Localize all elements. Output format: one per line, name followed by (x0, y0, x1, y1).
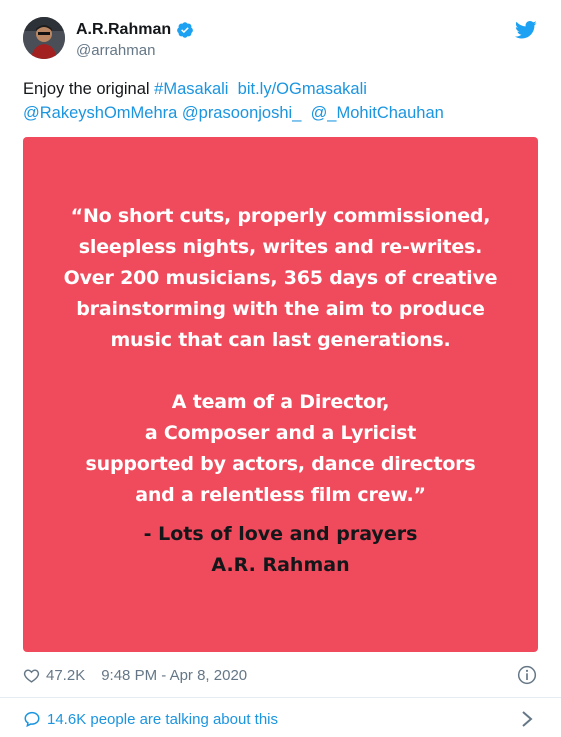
heart-icon[interactable] (23, 667, 40, 684)
mention-link[interactable]: @_MohitChauhan (311, 104, 444, 122)
author-name-row: A.R.Rahman (76, 19, 194, 41)
info-icon[interactable] (517, 665, 537, 685)
hashtag-link[interactable]: #Masakali (154, 80, 228, 98)
quote-line: music that can last generations. (110, 329, 451, 351)
tweet-meta: 47.2K 9:48 PM - Apr 8, 2020 (23, 664, 247, 686)
tweet-text-prefix: Enjoy the original (23, 80, 155, 98)
quote-line: A team of a Director, (171, 391, 390, 413)
like-count[interactable]: 47.2K (46, 667, 85, 684)
timestamp[interactable]: 9:48 PM - Apr 8, 2020 (101, 667, 247, 684)
quote-line: Over 200 musicians, 365 days of creative (63, 267, 498, 289)
author-name[interactable]: A.R.Rahman (76, 21, 171, 39)
divider (0, 697, 561, 698)
quote-line: “No short cuts, properly commissioned, (70, 205, 491, 227)
url-link[interactable]: bit.ly/OGmasakali (238, 80, 367, 98)
verified-badge-icon (177, 22, 193, 38)
twitter-bird-icon[interactable] (515, 20, 537, 40)
conversation-text: 14.6K people are talking about this (47, 710, 278, 728)
image-signature: - Lots of love and prayers A.R. Rahman (23, 519, 538, 581)
mention-link[interactable]: @RakeyshOmMehra (23, 104, 177, 122)
chevron-right-icon[interactable] (521, 710, 533, 728)
signature-line: A.R. Rahman (211, 554, 350, 576)
tweet-card: A.R.Rahman @arrahman Enjoy the original … (0, 0, 561, 737)
comment-bubble-icon (24, 711, 40, 728)
avatar[interactable] (23, 17, 65, 59)
signature-line: - Lots of love and prayers (143, 523, 418, 545)
author-handle[interactable]: @arrahman (76, 42, 155, 59)
quote-line: a Composer and a Lyricist (144, 422, 417, 444)
quote-line: supported by actors, dance directors (85, 453, 476, 475)
mention-link[interactable]: @prasoonjoshi_ (182, 104, 302, 122)
quote-line: brainstorming with the aim to produce (76, 298, 485, 320)
tweet-image[interactable]: “No short cuts, properly commissioned, s… (23, 137, 538, 652)
quote-line: and a relentless film crew.” (135, 484, 426, 506)
tweet-text: Enjoy the original #Masakali bit.ly/OGma… (23, 77, 543, 125)
quote-line: sleepless nights, writes and re-writes. (78, 236, 483, 258)
image-quote: “No short cuts, properly commissioned, s… (23, 201, 538, 511)
conversation-link[interactable]: 14.6K people are talking about this (23, 708, 278, 730)
